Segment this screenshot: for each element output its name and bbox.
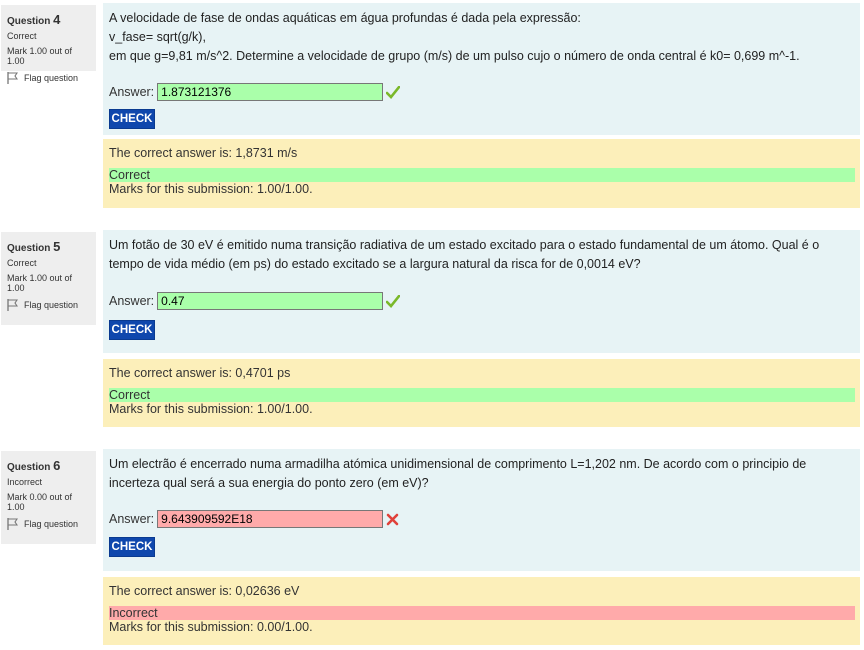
answer-input[interactable]: 0.47 xyxy=(157,292,384,310)
check-mark-icon xyxy=(386,85,401,99)
question-number: 4 xyxy=(53,12,61,27)
marks-text: Marks for this submission: 1.00/1.00. xyxy=(109,182,313,196)
question-outcome: The correct answer is: 0,4701 ps Correct… xyxy=(103,359,860,427)
question-outcome: The correct answer is: 1,8731 m/s Correc… xyxy=(103,139,860,208)
question-info: Question 6 Incorrect Mark 0.00 out of 1.… xyxy=(1,451,96,544)
flag-question-label: Flag question xyxy=(24,73,79,83)
status-badge: Incorrect xyxy=(109,606,855,620)
flag-question-label: Flag question xyxy=(24,300,79,310)
question-text-line: A velocidade de fase de ondas aquáticas … xyxy=(109,11,581,25)
question-grade: Mark 1.00 out of 1.00 xyxy=(7,273,73,293)
check-button[interactable]: CHECK xyxy=(109,109,155,129)
question-text: A velocidade de fase de ondas aquáticas … xyxy=(109,9,854,66)
flag-question-link[interactable]: Flag question xyxy=(7,518,90,530)
question-label: Question xyxy=(7,243,51,254)
question-number-heading: Question 4 xyxy=(7,12,90,27)
question-number-heading: Question 6 xyxy=(7,458,90,473)
question-state: Correct xyxy=(7,258,37,268)
question-grade: Mark 1.00 out of 1.00 xyxy=(7,46,73,66)
answer-row: Answer: 0.47 xyxy=(109,292,401,310)
question-info: Question 4 Correct Mark 1.00 out of 1.00… xyxy=(1,5,96,84)
answer-input[interactable]: 9.643909592E18 xyxy=(157,510,384,528)
flag-icon xyxy=(7,518,18,530)
question-state: Incorrect xyxy=(7,477,43,487)
question-label: Question xyxy=(7,462,51,473)
question-text-line: tempo de vida médio (em ps) do estado ex… xyxy=(109,257,641,271)
answer-label: Answer: xyxy=(109,294,155,308)
flag-question-link[interactable]: Flag question xyxy=(7,72,90,84)
marks-text: Marks for this submission: 0.00/1.00. xyxy=(109,620,313,634)
question-text: Um electrão é encerrado numa armadilha a… xyxy=(109,455,854,493)
question-outcome: The correct answer is: 0,02636 eV Incorr… xyxy=(103,577,860,645)
flag-question-label: Flag question xyxy=(24,519,79,529)
answer-label: Answer: xyxy=(109,85,155,99)
question-text-line: em que g=9,81 m/s^2. Determine a velocid… xyxy=(109,49,800,63)
question-text-line: incerteza qual será a sua energia do pon… xyxy=(109,476,429,490)
correct-answer-text: The correct answer is: 0,02636 eV xyxy=(109,584,300,598)
answer-row: Answer: 9.643909592E18 xyxy=(109,510,399,528)
check-mark-icon xyxy=(386,294,401,308)
status-badge: Correct xyxy=(109,168,855,182)
question-text-line: Um electrão é encerrado numa armadilha a… xyxy=(109,457,807,471)
question-label: Question xyxy=(7,16,51,27)
correct-answer-text: The correct answer is: 1,8731 m/s xyxy=(109,146,298,160)
question-formulation: Um electrão é encerrado numa armadilha a… xyxy=(103,449,860,571)
flag-icon xyxy=(7,72,18,84)
correct-answer-text: The correct answer is: 0,4701 ps xyxy=(109,366,291,380)
answer-label: Answer: xyxy=(109,512,155,526)
question-number-heading: Question 5 xyxy=(7,239,90,254)
status-badge: Correct xyxy=(109,388,855,402)
question-grade: Mark 0.00 out of 1.00 xyxy=(7,492,73,512)
check-button[interactable]: CHECK xyxy=(109,320,155,340)
flag-icon xyxy=(7,299,18,311)
question-text: Um fotão de 30 eV é emitido numa transiç… xyxy=(109,236,854,274)
check-button[interactable]: CHECK xyxy=(109,537,155,557)
question-state: Correct xyxy=(7,31,37,41)
question-info: Question 5 Correct Mark 1.00 out of 1.00… xyxy=(1,232,96,325)
question-number: 6 xyxy=(53,458,61,473)
question-formulation: A velocidade de fase de ondas aquáticas … xyxy=(103,3,860,135)
answer-input[interactable]: 1.873121376 xyxy=(157,83,384,101)
question-text-line: v_fase= sqrt(g/k), xyxy=(109,30,206,44)
question-text-line: Um fotão de 30 eV é emitido numa transiç… xyxy=(109,238,820,252)
flag-question-link[interactable]: Flag question xyxy=(7,299,90,311)
cross-mark-icon xyxy=(386,513,399,526)
answer-row: Answer: 1.873121376 xyxy=(109,83,401,101)
question-number: 5 xyxy=(53,239,61,254)
question-formulation: Um fotão de 30 eV é emitido numa transiç… xyxy=(103,230,860,353)
marks-text: Marks for this submission: 1.00/1.00. xyxy=(109,402,313,416)
